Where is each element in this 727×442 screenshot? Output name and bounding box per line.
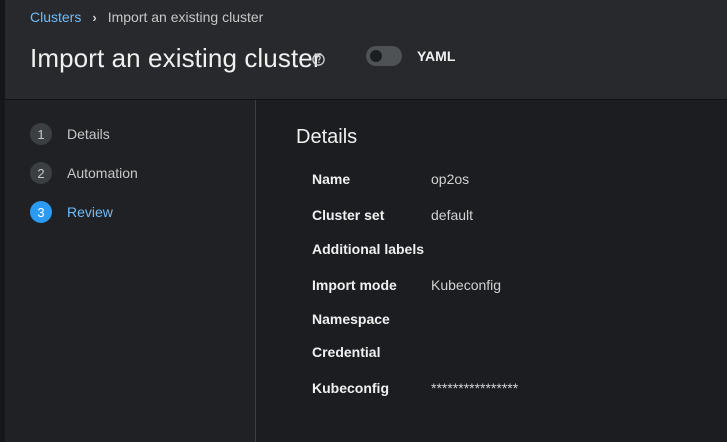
- toggle-knob: [370, 50, 382, 62]
- field-value: ****************: [431, 380, 519, 396]
- field-credential: Credential: [312, 343, 431, 361]
- yaml-toggle[interactable]: [366, 46, 402, 66]
- review-panel: Details Name op2os Cluster set default A…: [256, 100, 727, 442]
- field-term: Import mode: [312, 277, 397, 293]
- field-term: Additional labels: [312, 241, 425, 257]
- field-term: Cluster set: [312, 207, 385, 223]
- field-value: Kubeconfig: [431, 277, 502, 293]
- step-number: 3: [30, 201, 52, 223]
- step-label: Details: [67, 126, 110, 142]
- field-additional-labels: Additional labels: [312, 240, 424, 258]
- step-label: Review: [67, 204, 113, 220]
- wizard-step-automation[interactable]: 2 Automation: [30, 161, 138, 185]
- wizard-step-review[interactable]: 3 Review: [30, 200, 113, 224]
- wizard-nav: 1 Details 2 Automation 3 Review: [5, 100, 256, 442]
- step-number: 2: [30, 162, 52, 184]
- wizard-step-details[interactable]: 1 Details: [30, 122, 110, 146]
- page-title: Import an existing cluster: [30, 43, 322, 73]
- yaml-toggle-label: YAML: [417, 48, 456, 64]
- field-term: Name: [312, 171, 351, 187]
- field-term: Kubeconfig: [312, 380, 389, 396]
- field-namespace: Namespace: [312, 310, 431, 328]
- section-title: Details: [296, 126, 358, 148]
- chevron-right-icon: ›: [92, 9, 97, 25]
- breadcrumb: Clusters › Import an existing cluster: [30, 9, 263, 25]
- field-value: default: [431, 207, 474, 223]
- field-name: Name op2os: [312, 170, 469, 188]
- field-kubeconfig: Kubeconfig ****************: [312, 379, 518, 397]
- step-number: 1: [30, 123, 52, 145]
- page-header: Clusters › Import an existing cluster Im…: [0, 0, 727, 100]
- field-cluster-set: Cluster set default: [312, 206, 473, 224]
- breadcrumb-clusters-link[interactable]: Clusters: [30, 9, 81, 25]
- import-cluster-page: Clusters › Import an existing cluster Im…: [0, 0, 727, 442]
- field-term: Credential: [312, 344, 381, 360]
- step-label: Automation: [67, 165, 138, 181]
- field-import-mode: Import mode Kubeconfig: [312, 276, 501, 294]
- question-circle-icon[interactable]: [312, 53, 325, 66]
- breadcrumb-current: Import an existing cluster: [107, 9, 264, 25]
- field-term: Namespace: [312, 311, 390, 327]
- field-value: op2os: [431, 171, 470, 187]
